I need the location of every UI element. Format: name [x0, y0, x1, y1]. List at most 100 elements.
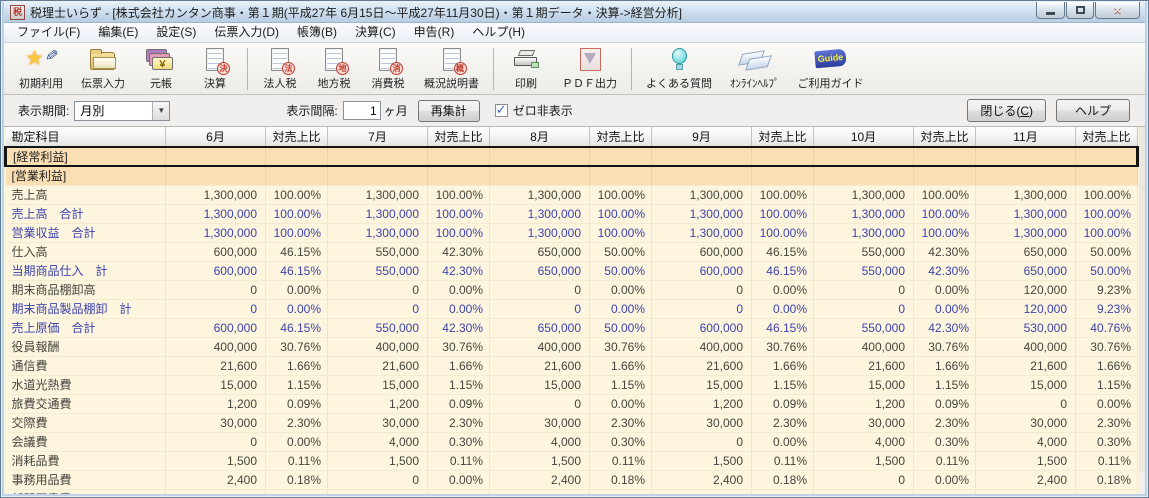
toolbar-button[interactable]: 決決算 [188, 44, 242, 94]
cell-percent: 46.15% [266, 242, 328, 261]
cell-value [166, 147, 266, 166]
toolbar-button[interactable]: 消消費税 [361, 44, 415, 94]
cell-percent: 50.00% [590, 318, 652, 337]
toolbar-button[interactable]: 印刷 [499, 44, 553, 94]
cell-percent: 1.66% [1076, 356, 1138, 375]
minimize-button[interactable] [1036, 2, 1065, 19]
cell-percent: 30.76% [266, 337, 328, 356]
cell-value: 550,000 [328, 261, 428, 280]
cell-value: 1,300,000 [490, 185, 590, 204]
cell-value: 650,000 [976, 242, 1076, 261]
menu-item[interactable]: 申告(R) [405, 23, 464, 42]
cell-value [814, 166, 914, 185]
close-window-button[interactable]: ✕ [1095, 2, 1140, 19]
ledger-yen-icon: ￥ [144, 48, 178, 74]
cell-value: 15,000 [814, 375, 914, 394]
toolbar-button[interactable]: 地地方税 [307, 44, 361, 94]
cell-value: 550,000 [328, 318, 428, 337]
table-row[interactable]: 消耗品費1,5000.11%1,5000.11%1,5000.11%1,5000… [6, 451, 1138, 470]
table-row[interactable]: 新聞図書費9000.06%9000.06%9000.06%9000.06%900… [6, 489, 1138, 496]
cell-account-name: 仕入高 [6, 242, 166, 261]
toolbar-button[interactable]: ★✎初期利用 [10, 44, 72, 94]
menu-item[interactable]: ヘルプ(H) [463, 23, 534, 42]
toolbar-button[interactable]: Guideご利用ガイド [789, 44, 873, 94]
cell-percent: 100.00% [266, 185, 328, 204]
cell-value: 15,000 [976, 375, 1076, 394]
toolbar-button[interactable]: よくある質問 [637, 44, 721, 94]
cell-value: 1,500 [652, 451, 752, 470]
cell-percent: 1.15% [752, 375, 814, 394]
display-period-select[interactable]: 月別 ▼ [74, 101, 170, 121]
cell-value: 0 [490, 280, 590, 299]
toolbar-button[interactable]: 概概況説明書 [415, 44, 488, 94]
display-interval-input[interactable] [343, 101, 381, 120]
column-header: 11月 [976, 127, 1076, 147]
menu-item[interactable]: 編集(E) [89, 23, 147, 42]
cell-percent: 0.00% [266, 299, 328, 318]
close-button[interactable]: 閉じる(C) [967, 99, 1046, 122]
table-row[interactable]: 営業収益 合計1,300,000100.00%1,300,000100.00%1… [6, 223, 1138, 242]
column-header: 対売上比 [266, 127, 328, 147]
menu-item[interactable]: 帳簿(B) [288, 23, 346, 42]
maximize-button[interactable] [1066, 2, 1094, 19]
cell-value: 400,000 [976, 337, 1076, 356]
cell-percent: 0.00% [914, 299, 976, 318]
table-row[interactable]: 期末商品棚卸高00.00%00.00%00.00%00.00%00.00%120… [6, 280, 1138, 299]
toolbar-button-label: 伝票入力 [81, 75, 125, 91]
menu-item[interactable]: 伝票入力(D) [205, 23, 288, 42]
table-row[interactable]: 旅費交通費1,2000.09%1,2000.09%00.00%1,2000.09… [6, 394, 1138, 413]
table-row[interactable]: 売上高1,300,000100.00%1,300,000100.00%1,300… [6, 185, 1138, 204]
table-row[interactable]: 水道光熱費15,0001.15%15,0001.15%15,0001.15%15… [6, 375, 1138, 394]
table-row[interactable]: [経常利益] [6, 147, 1138, 166]
table-row[interactable]: 会議費00.00%4,0000.30%4,0000.30%00.00%4,000… [6, 432, 1138, 451]
cell-value: 1,500 [328, 451, 428, 470]
cell-percent: 0.06% [428, 489, 490, 496]
table-row[interactable]: 売上原価 合計600,00046.15%550,00042.30%650,000… [6, 318, 1138, 337]
minimize-icon [1046, 12, 1055, 15]
cell-value: 4,000 [976, 432, 1076, 451]
cell-value: 550,000 [814, 242, 914, 261]
toolbar-button[interactable]: 法法人税 [253, 44, 307, 94]
cell-value: 530,000 [976, 318, 1076, 337]
cell-percent: 42.30% [914, 242, 976, 261]
table-row[interactable]: 仕入高600,00046.15%550,00042.30%650,00050.0… [6, 242, 1138, 261]
cell-percent: 100.00% [428, 185, 490, 204]
cell-percent: 50.00% [1076, 242, 1138, 261]
cell-value: 400,000 [328, 337, 428, 356]
window-frame: 税 税理士いらず - [株式会社カンタン商事・第１期(平成27年 6月15日～平… [2, 2, 1147, 496]
toolbar-button[interactable]: ｵﾝﾗｲﾝﾍﾙﾌﾟ [721, 44, 789, 94]
cell-value: 600,000 [652, 261, 752, 280]
toolbar-button-label: 初期利用 [19, 75, 63, 91]
table-row[interactable]: 役員報酬400,00030.76%400,00030.76%400,00030.… [6, 337, 1138, 356]
table-row[interactable]: 売上高 合計1,300,000100.00%1,300,000100.00%1,… [6, 204, 1138, 223]
toolbar-separator [631, 48, 632, 90]
cell-percent: 0.00% [914, 470, 976, 489]
table-row[interactable]: 交際費30,0002.30%30,0002.30%30,0002.30%30,0… [6, 413, 1138, 432]
cell-value: 0 [328, 470, 428, 489]
menu-item[interactable]: 設定(S) [147, 23, 205, 42]
cell-value: 15,000 [652, 375, 752, 394]
cell-percent: 0.11% [266, 451, 328, 470]
cell-value: 550,000 [814, 318, 914, 337]
toolbar-button[interactable]: ＰＤＦ出力 [553, 44, 626, 94]
recalculate-button[interactable]: 再集計 [418, 100, 480, 122]
help-button[interactable]: ヘルプ [1056, 99, 1130, 122]
table-row[interactable]: [営業利益] [6, 166, 1138, 185]
table-row[interactable]: 事務用品費2,4000.18%00.00%2,4000.18%2,4000.18… [6, 470, 1138, 489]
table-row[interactable]: 期末商品製品棚卸 計00.00%00.00%00.00%00.00%00.00%… [6, 299, 1138, 318]
cell-percent: 0.18% [1076, 470, 1138, 489]
menu-item[interactable]: 決算(C) [346, 23, 405, 42]
cell-value [652, 166, 752, 185]
chevron-down-icon[interactable]: ▼ [152, 102, 169, 120]
cell-value: 2,400 [490, 470, 590, 489]
toolbar-button[interactable]: ￥元帳 [134, 44, 188, 94]
table-row[interactable]: 通信費21,6001.66%21,6001.66%21,6001.66%21,6… [6, 356, 1138, 375]
cell-account-name: 期末商品製品棚卸 計 [6, 299, 166, 318]
zero-hide-checkbox[interactable]: ✓ [495, 104, 508, 117]
dialog-buttons: 閉じる(C) ヘルプ [962, 99, 1135, 122]
cell-percent: 2.30% [914, 413, 976, 432]
toolbar-button[interactable]: 伝票入力 [72, 44, 134, 94]
table-row[interactable]: 当期商品仕入 計600,00046.15%550,00042.30%650,00… [6, 261, 1138, 280]
cell-percent: 100.00% [914, 204, 976, 223]
menu-item[interactable]: ファイル(F) [8, 23, 89, 42]
